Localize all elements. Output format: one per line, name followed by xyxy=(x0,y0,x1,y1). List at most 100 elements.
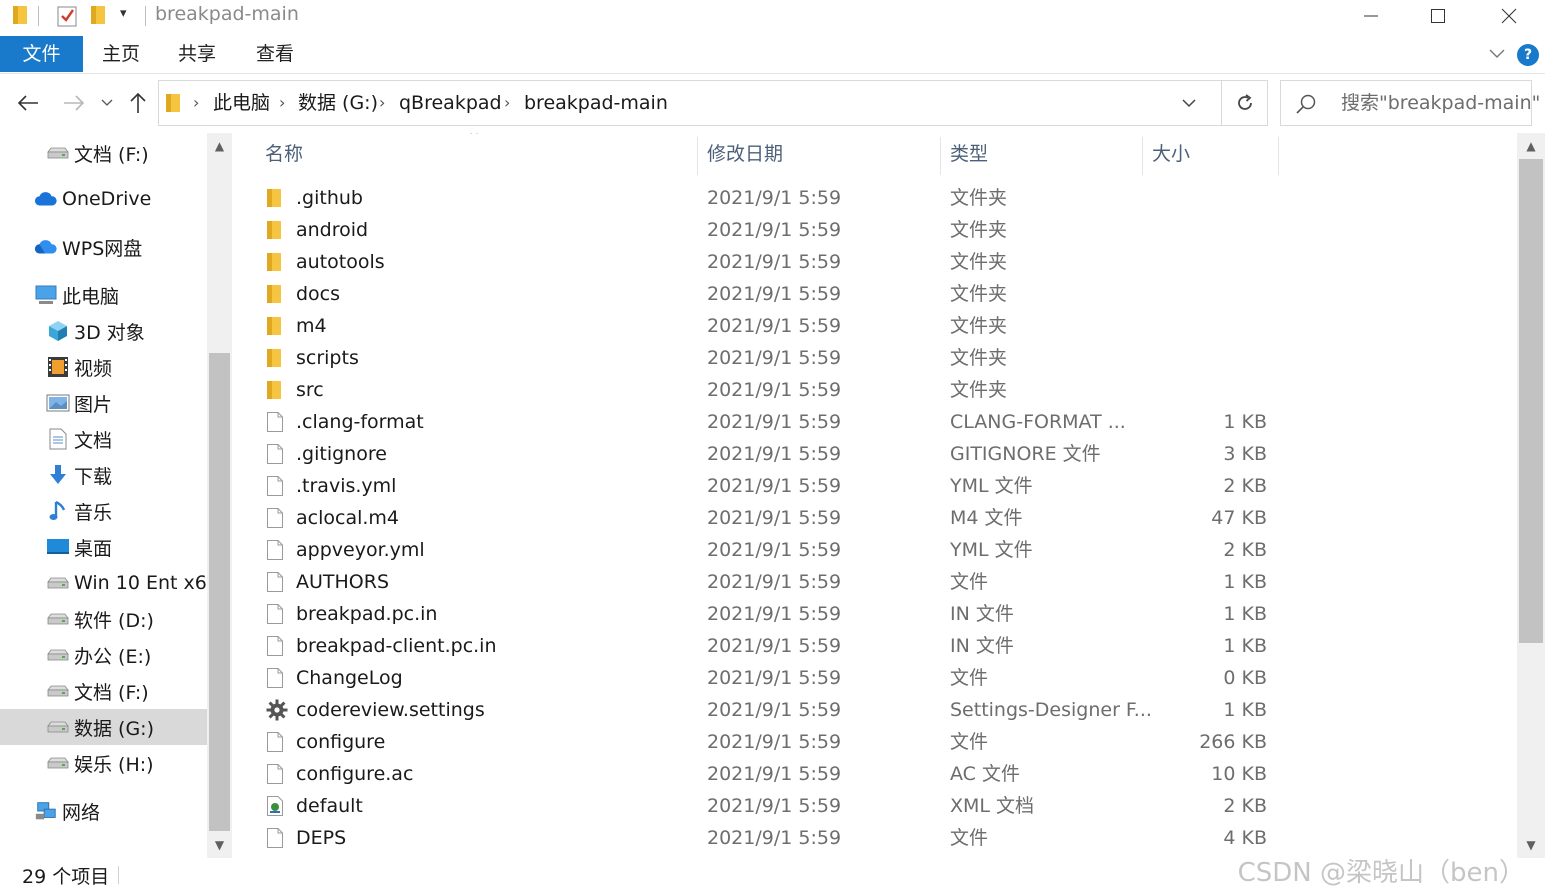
file-row[interactable]: appveyor.yml 2021/9/1 5:59 YML 文件 2 KB xyxy=(232,534,1517,566)
tab-home[interactable]: 主页 xyxy=(86,36,156,72)
sidebar-item[interactable]: 文档 xyxy=(0,421,207,457)
sidebar-item[interactable]: 软件 (D:) xyxy=(0,601,207,637)
file-row[interactable]: .github 2021/9/1 5:59 文件夹 xyxy=(232,182,1517,214)
file-row[interactable]: breakpad-client.pc.in 2021/9/1 5:59 IN 文件 1… xyxy=(232,630,1517,662)
sidebar-item-label: 3D 对象 xyxy=(74,321,145,344)
file-row[interactable]: .clang-format 2021/9/1 5:59 CLANG-FORMAT .… xyxy=(232,406,1517,438)
file-row[interactable]: src 2021/9/1 5:59 文件夹 xyxy=(232,374,1517,406)
downloads-icon xyxy=(46,463,70,487)
expand-ribbon-icon[interactable] xyxy=(1489,44,1505,65)
back-button[interactable] xyxy=(12,86,44,120)
desktop-icon xyxy=(46,535,70,559)
file-modified-date: 2021/9/1 5:59 xyxy=(707,251,842,273)
sidebar-item[interactable]: 娱乐 (H:) xyxy=(0,745,207,781)
file-list-scrollbar[interactable]: ▲ ▼ xyxy=(1517,133,1545,858)
sidebar-item[interactable]: OneDrive xyxy=(0,181,207,217)
forward-button[interactable] xyxy=(58,86,90,120)
column-divider[interactable] xyxy=(940,137,941,175)
sidebar-item[interactable]: 视频 xyxy=(0,349,207,385)
column-header-date[interactable]: 修改日期 xyxy=(707,133,783,175)
sidebar-item[interactable]: 音乐 xyxy=(0,493,207,529)
file-row[interactable]: configure 2021/9/1 5:59 文件 266 KB xyxy=(232,726,1517,758)
sidebar-item[interactable]: 此电脑 xyxy=(0,277,207,313)
sidebar-item[interactable]: 数据 (G:) xyxy=(0,709,207,745)
maximize-button[interactable] xyxy=(1405,0,1471,32)
up-button[interactable] xyxy=(124,86,152,120)
file-row[interactable]: android 2021/9/1 5:59 文件夹 xyxy=(232,214,1517,246)
address-bar[interactable]: › 此电脑 › 数据 (G:) › qBreakpad › breakpad-m… xyxy=(158,80,1268,126)
sidebar-item[interactable]: 桌面 xyxy=(0,529,207,565)
file-row[interactable]: .gitignore 2021/9/1 5:59 GITIGNORE 文件 3 KB xyxy=(232,438,1517,470)
sidebar-item[interactable]: WPS网盘 xyxy=(0,229,207,265)
column-header-name[interactable]: 名称 xyxy=(265,133,303,175)
breadcrumb-qbreakpad[interactable]: qBreakpad xyxy=(399,81,502,125)
file-row[interactable]: configure.ac 2021/9/1 5:59 AC 文件 10 KB xyxy=(232,758,1517,790)
scroll-up-arrow-icon[interactable]: ▲ xyxy=(207,133,232,159)
sidebar-item[interactable]: 下载 xyxy=(0,457,207,493)
breadcrumb-separator[interactable]: › xyxy=(279,81,285,125)
recent-locations-button[interactable] xyxy=(98,86,116,120)
file-row[interactable]: aclocal.m4 2021/9/1 5:59 M4 文件 47 KB xyxy=(232,502,1517,534)
column-header-type[interactable]: 类型 xyxy=(950,133,988,175)
file-row[interactable]: .travis.yml 2021/9/1 5:59 YML 文件 2 KB xyxy=(232,470,1517,502)
sidebar-item-label: 办公 (E:) xyxy=(74,645,152,668)
sidebar-item[interactable]: 图片 xyxy=(0,385,207,421)
scroll-down-arrow-icon[interactable]: ▼ xyxy=(207,832,232,858)
file-size: 1 KB xyxy=(1223,411,1267,433)
column-divider[interactable] xyxy=(1278,137,1279,175)
sidebar-item[interactable]: Win 10 Ent x64 xyxy=(0,565,219,601)
file-list-scroll-thumb[interactable] xyxy=(1519,159,1543,643)
breadcrumb-breakpad-main[interactable]: breakpad-main xyxy=(524,81,668,125)
breadcrumb-separator[interactable]: › xyxy=(379,81,385,125)
scroll-up-arrow-icon[interactable]: ▲ xyxy=(1517,133,1545,159)
address-history-button[interactable] xyxy=(1167,81,1211,125)
file-size: 1 KB xyxy=(1223,635,1267,657)
close-button[interactable] xyxy=(1476,0,1542,32)
column-header-size[interactable]: 大小 xyxy=(1152,133,1190,175)
new-folder-icon[interactable] xyxy=(90,4,106,31)
file-modified-date: 2021/9/1 5:59 xyxy=(707,731,842,753)
breadcrumb-drive-g[interactable]: 数据 (G:) xyxy=(298,81,378,125)
help-icon[interactable]: ? xyxy=(1517,44,1539,66)
sidebar-item[interactable]: 文档 (F:) xyxy=(0,135,207,171)
file-row[interactable]: codereview.settings 2021/9/1 5:59 Settings… xyxy=(232,694,1517,726)
file-icon xyxy=(266,502,288,534)
file-type: 文件 xyxy=(950,667,989,689)
column-divider[interactable] xyxy=(1142,137,1143,175)
breadcrumb-separator[interactable]: › xyxy=(193,81,199,125)
ribbon-tabs: 文件 主页 共享 查看 ? xyxy=(0,36,1545,74)
customize-quick-access-icon[interactable]: ▾ xyxy=(120,6,127,21)
file-row[interactable]: breakpad.pc.in 2021/9/1 5:59 IN 文件 1 KB xyxy=(232,598,1517,630)
folder-icon xyxy=(266,374,288,406)
search-input[interactable]: 搜索"breakpad-main" xyxy=(1280,80,1540,126)
refresh-button[interactable] xyxy=(1221,81,1267,125)
sidebar-item[interactable]: 文档 (F:) xyxy=(0,673,207,709)
minimize-button[interactable] xyxy=(1338,0,1404,32)
tab-view[interactable]: 查看 xyxy=(240,36,310,72)
tab-file[interactable]: 文件 xyxy=(0,36,83,72)
file-size: 3 KB xyxy=(1223,443,1267,465)
file-name: configure.ac xyxy=(296,763,414,785)
file-size xyxy=(1142,214,1267,246)
file-row[interactable]: docs 2021/9/1 5:59 文件夹 xyxy=(232,278,1517,310)
file-name: configure xyxy=(296,731,386,753)
sidebar-scroll-thumb[interactable] xyxy=(209,353,230,831)
properties-icon[interactable] xyxy=(57,4,77,33)
breadcrumb-separator[interactable]: › xyxy=(504,81,510,125)
sidebar-item[interactable]: 办公 (E:) xyxy=(0,637,207,673)
file-row[interactable]: DEPS 2021/9/1 5:59 文件 4 KB xyxy=(232,822,1517,854)
file-row[interactable]: ChangeLog 2021/9/1 5:59 文件 0 KB xyxy=(232,662,1517,694)
column-divider[interactable] xyxy=(697,137,698,175)
file-row[interactable]: autotools 2021/9/1 5:59 文件夹 xyxy=(232,246,1517,278)
folder-icon xyxy=(266,342,288,374)
file-row[interactable]: AUTHORS 2021/9/1 5:59 文件 1 KB xyxy=(232,566,1517,598)
sidebar-scrollbar[interactable]: ▲ ▼ xyxy=(207,133,232,858)
file-row[interactable]: default 2021/9/1 5:59 XML 文档 2 KB xyxy=(232,790,1517,822)
sidebar-item[interactable]: 网络 xyxy=(0,793,207,829)
file-row[interactable]: m4 2021/9/1 5:59 文件夹 xyxy=(232,310,1517,342)
breadcrumb-this-pc[interactable]: 此电脑 xyxy=(213,81,270,125)
file-modified-date: 2021/9/1 5:59 xyxy=(707,699,842,721)
file-row[interactable]: scripts 2021/9/1 5:59 文件夹 xyxy=(232,342,1517,374)
sidebar-item[interactable]: 3D 对象 xyxy=(0,313,207,349)
tab-share[interactable]: 共享 xyxy=(162,36,232,72)
